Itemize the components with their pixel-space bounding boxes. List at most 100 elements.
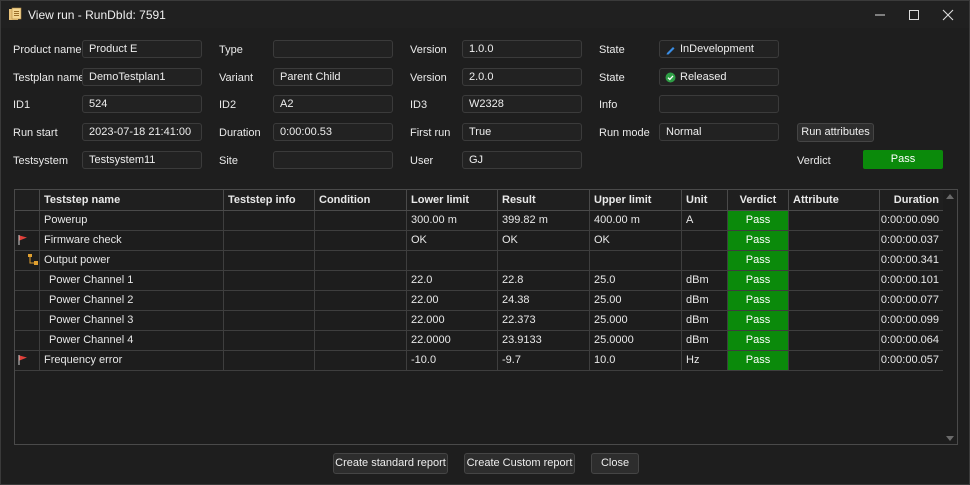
cell-result[interactable]: 24.38 <box>498 291 590 310</box>
cell-info[interactable] <box>224 331 315 350</box>
cell-verdict[interactable]: Pass <box>728 211 789 230</box>
cell-verdict[interactable]: Pass <box>728 231 789 250</box>
cell-duration[interactable]: 0:00:00.341 <box>880 251 943 270</box>
cell-unit[interactable]: dBm <box>682 331 728 350</box>
version1-field[interactable]: 1.0.0 <box>462 40 582 58</box>
header-unit[interactable]: Unit <box>682 190 728 210</box>
cell-upper[interactable]: 10.0 <box>590 351 682 370</box>
table-row[interactable]: Output power Pass 0:00:00.341 <box>15 251 943 271</box>
cell-upper[interactable]: 25.0000 <box>590 331 682 350</box>
minimize-icon[interactable] <box>863 1 897 28</box>
cell-upper[interactable]: 25.0 <box>590 271 682 290</box>
cell-lower[interactable] <box>407 251 498 270</box>
cell-result[interactable]: -9.7 <box>498 351 590 370</box>
cell-attribute[interactable] <box>789 231 880 250</box>
cell-unit[interactable]: dBm <box>682 271 728 290</box>
table-row[interactable]: Power Channel 4 22.0000 23.9133 25.0000 dBm P… <box>15 331 943 351</box>
cell-upper[interactable] <box>590 251 682 270</box>
cell-name[interactable]: Frequency error <box>40 351 224 370</box>
close-icon[interactable] <box>931 1 965 28</box>
state2-field[interactable]: Released <box>659 68 779 86</box>
cell-condition[interactable] <box>315 251 407 270</box>
variant-field[interactable]: Parent Child <box>273 68 393 86</box>
cell-unit[interactable] <box>682 231 728 250</box>
header-upper-limit[interactable]: Upper limit <box>590 190 682 210</box>
run-mode-field[interactable]: Normal <box>659 123 779 141</box>
cell-condition[interactable] <box>315 351 407 370</box>
id1-field[interactable]: 524 <box>82 95 202 113</box>
grid-scrollbar[interactable] <box>943 190 957 444</box>
cell-unit[interactable]: Hz <box>682 351 728 370</box>
cell-lower[interactable]: OK <box>407 231 498 250</box>
cell-unit[interactable] <box>682 251 728 270</box>
cell-result[interactable]: 22.8 <box>498 271 590 290</box>
cell-unit[interactable]: dBm <box>682 311 728 330</box>
state1-field[interactable]: InDevelopment <box>659 40 779 58</box>
create-standard-report-button[interactable]: Create standard report <box>333 453 448 474</box>
table-row[interactable]: Firmware check OK OK OK Pass 0:00:00.037 <box>15 231 943 251</box>
table-row[interactable]: Power Channel 3 22.000 22.373 25.000 dBm Pass… <box>15 311 943 331</box>
cell-lower[interactable]: -10.0 <box>407 351 498 370</box>
cell-info[interactable] <box>224 271 315 290</box>
id3-field[interactable]: W2328 <box>462 95 582 113</box>
cell-upper[interactable]: 25.000 <box>590 311 682 330</box>
cell-result[interactable]: 399.82 m <box>498 211 590 230</box>
cell-duration[interactable]: 0:00:00.099 <box>880 311 943 330</box>
scroll-up-icon[interactable] <box>946 193 954 199</box>
version2-field[interactable]: 2.0.0 <box>462 68 582 86</box>
cell-upper[interactable]: 400.00 m <box>590 211 682 230</box>
create-custom-report-button[interactable]: Create Custom report <box>464 453 575 474</box>
site-field[interactable] <box>273 151 393 169</box>
cell-attribute[interactable] <box>789 211 880 230</box>
close-button[interactable]: Close <box>591 453 639 474</box>
cell-verdict[interactable]: Pass <box>728 251 789 270</box>
cell-name[interactable]: Power Channel 3 <box>40 311 224 330</box>
cell-verdict[interactable]: Pass <box>728 351 789 370</box>
cell-duration[interactable]: 0:00:00.037 <box>880 231 943 250</box>
header-duration[interactable]: Duration <box>880 190 943 210</box>
cell-info[interactable] <box>224 211 315 230</box>
cell-condition[interactable] <box>315 271 407 290</box>
cell-unit[interactable]: A <box>682 211 728 230</box>
table-row[interactable]: Powerup 300.00 m 399.82 m 400.00 m A Pass 0:00… <box>15 211 943 231</box>
maximize-icon[interactable] <box>897 1 931 28</box>
cell-upper[interactable]: OK <box>590 231 682 250</box>
cell-condition[interactable] <box>315 291 407 310</box>
cell-duration[interactable]: 0:00:00.101 <box>880 271 943 290</box>
run-attributes-button[interactable]: Run attributes <box>797 123 874 142</box>
cell-duration[interactable]: 0:00:00.077 <box>880 291 943 310</box>
cell-info[interactable] <box>224 351 315 370</box>
cell-duration[interactable]: 0:00:00.057 <box>880 351 943 370</box>
cell-result[interactable]: OK <box>498 231 590 250</box>
cell-duration[interactable]: 0:00:00.064 <box>880 331 943 350</box>
header-attribute[interactable]: Attribute <box>789 190 880 210</box>
cell-name[interactable]: Firmware check <box>40 231 224 250</box>
cell-attribute[interactable] <box>789 311 880 330</box>
table-row[interactable]: Power Channel 2 22.00 24.38 25.00 dBm Pass 0:0… <box>15 291 943 311</box>
table-row[interactable]: Power Channel 1 22.0 22.8 25.0 dBm Pass 0:00:0… <box>15 271 943 291</box>
run-start-field[interactable]: 2023-07-18 21:41:00 <box>82 123 202 141</box>
cell-result[interactable]: 22.373 <box>498 311 590 330</box>
header-verdict[interactable]: Verdict <box>728 190 789 210</box>
cell-name[interactable]: Powerup <box>40 211 224 230</box>
cell-lower[interactable]: 22.0 <box>407 271 498 290</box>
cell-info[interactable] <box>224 251 315 270</box>
cell-result[interactable]: 23.9133 <box>498 331 590 350</box>
cell-info[interactable] <box>224 311 315 330</box>
id2-field[interactable]: A2 <box>273 95 393 113</box>
title-bar[interactable]: View run - RunDbId: 7591 <box>1 1 969 28</box>
cell-name[interactable]: Power Channel 4 <box>40 331 224 350</box>
cell-condition[interactable] <box>315 311 407 330</box>
cell-attribute[interactable] <box>789 351 880 370</box>
cell-attribute[interactable] <box>789 251 880 270</box>
cell-verdict[interactable]: Pass <box>728 331 789 350</box>
cell-lower[interactable]: 22.0000 <box>407 331 498 350</box>
cell-verdict[interactable]: Pass <box>728 311 789 330</box>
cell-name[interactable]: Power Channel 2 <box>40 291 224 310</box>
cell-info[interactable] <box>224 231 315 250</box>
cell-verdict[interactable]: Pass <box>728 271 789 290</box>
header-teststep-name[interactable]: Teststep name <box>40 190 224 210</box>
cell-result[interactable] <box>498 251 590 270</box>
cell-duration[interactable]: 0:00:00.090 <box>880 211 943 230</box>
cell-verdict[interactable]: Pass <box>728 291 789 310</box>
